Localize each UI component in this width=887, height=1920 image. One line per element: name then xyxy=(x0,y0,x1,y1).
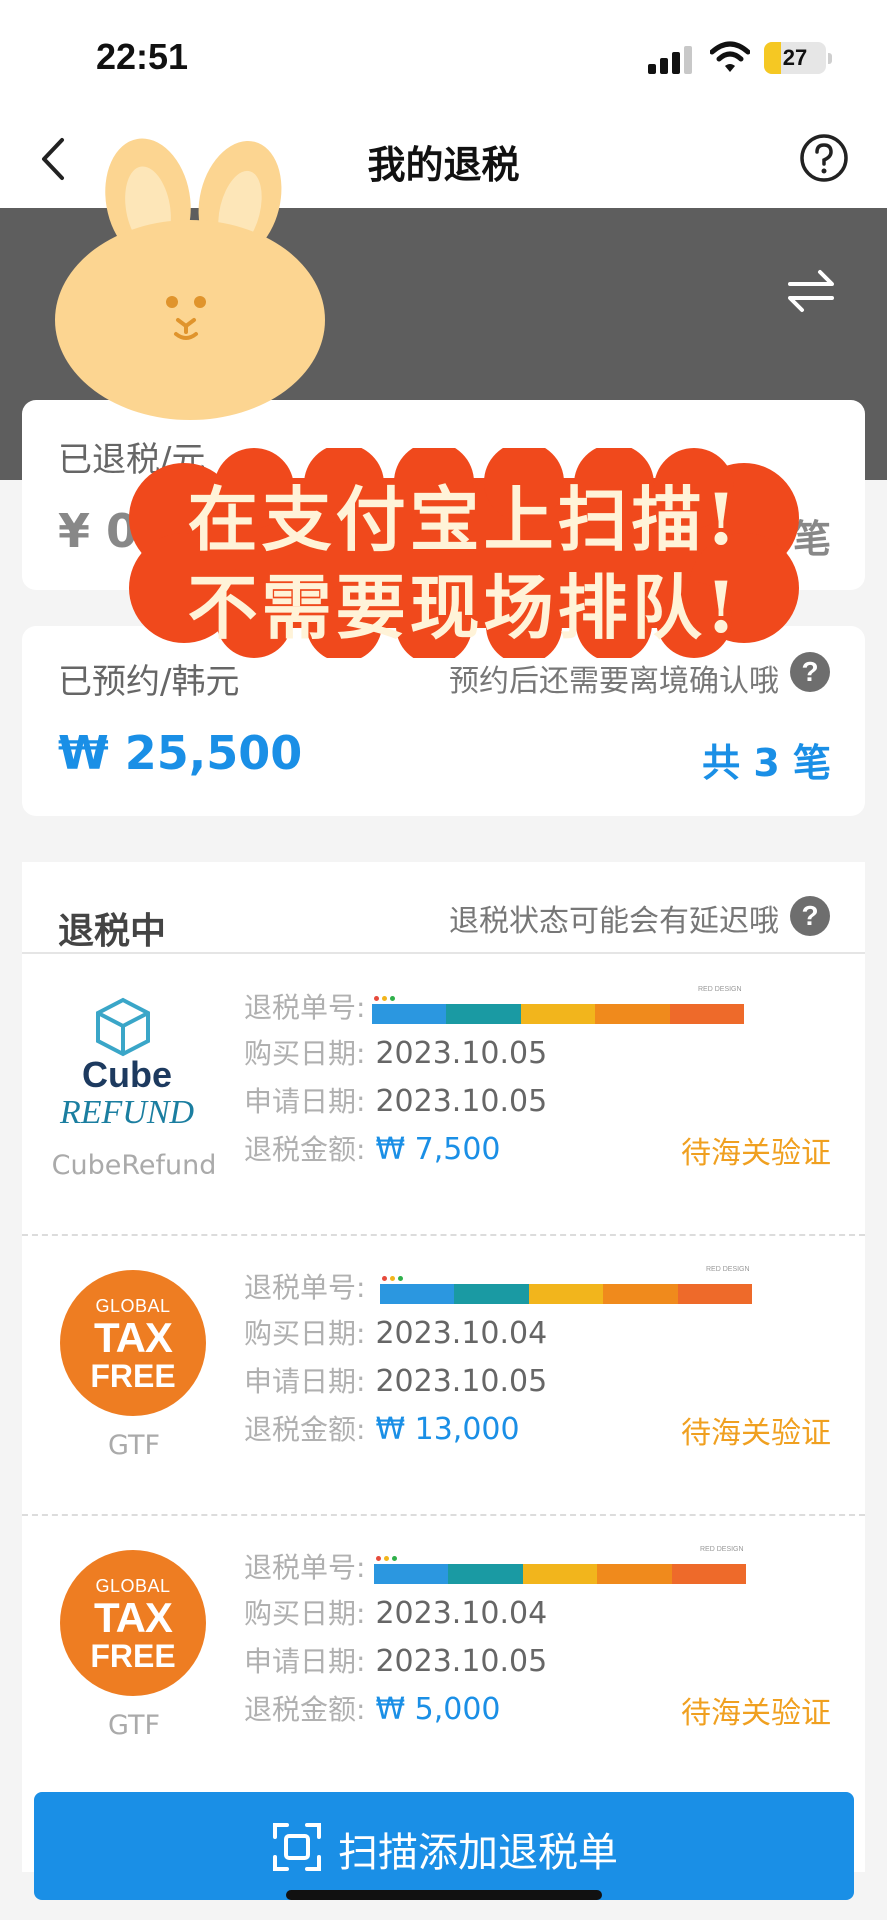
scan-add-button[interactable]: 扫描添加退税单 xyxy=(34,1792,854,1900)
apply-date-value: 2023.10.05 xyxy=(375,1364,548,1399)
redaction-tag: RED DESIGN xyxy=(700,1546,744,1553)
apply-date-row: 申请日期: 2023.10.05 xyxy=(244,1080,547,1120)
gtf-logo-line2: TAX xyxy=(94,1314,173,1361)
cube-wordmark: Cube xyxy=(82,1054,172,1095)
purchase-date-label: 购买日期: xyxy=(244,1317,366,1350)
gtf-logo-line3: FREE xyxy=(90,1358,176,1394)
order-no-row: 退税单号: xyxy=(244,1546,365,1586)
promo-sticker: 在支付宝上扫描! 不需要现场排队! xyxy=(124,448,804,658)
redacted-order-no xyxy=(372,1004,745,1024)
bunny-sticker xyxy=(55,138,325,420)
refund-amount-label: 退税金额: xyxy=(244,1693,366,1726)
gtf-logo-line3: FREE xyxy=(90,1638,176,1674)
sticker-line1: 在支付宝上扫描! xyxy=(187,478,741,561)
agency-name: GTF xyxy=(108,1710,160,1741)
apply-date-row: 申请日期: 2023.10.05 xyxy=(244,1640,547,1680)
sticker-line2: 不需要现场排队! xyxy=(187,566,741,649)
refund-amount-row: 退税金额: ₩ 5,000 xyxy=(244,1688,501,1728)
order-no-row: 退税单号: xyxy=(244,986,365,1026)
battery-tip xyxy=(828,53,832,64)
swap-icon[interactable] xyxy=(786,268,836,314)
purchase-date-value: 2023.10.04 xyxy=(375,1316,548,1351)
purchase-date-label: 购买日期: xyxy=(244,1037,366,1070)
section-title: 退税中 xyxy=(58,911,167,952)
apply-date-value: 2023.10.05 xyxy=(375,1084,548,1119)
cuberefund-logo: Cube REFUND xyxy=(52,986,202,1146)
redacted-order-no xyxy=(374,1564,747,1584)
order-no-row: 退税单号: xyxy=(244,1266,365,1306)
refund-wordmark: REFUND xyxy=(59,1094,195,1131)
battery-percent: 27 xyxy=(782,45,808,70)
redaction-tag: RED DESIGN xyxy=(706,1266,750,1273)
wifi-icon xyxy=(710,41,750,72)
apply-date-value: 2023.10.05 xyxy=(375,1644,548,1679)
purchase-date-row: 购买日期: 2023.10.05 xyxy=(244,1032,547,1072)
apply-date-label: 申请日期: xyxy=(244,1085,366,1118)
refund-amount-row: 退税金额: ₩ 13,000 xyxy=(244,1408,520,1448)
reserved-note: 预约后还需要离境确认哦 xyxy=(449,664,779,699)
cube-icon xyxy=(96,997,150,1057)
refund-item[interactable]: GLOBAL TAX FREE GTF 退税单号: RED DESIGN 购买日… xyxy=(22,1516,865,1796)
gtf-logo-line2: TAX xyxy=(94,1594,173,1641)
reserved-amount: ₩ 25,500 xyxy=(58,726,303,780)
status-time: 22:51 xyxy=(96,36,189,77)
order-no-label: 退税单号: xyxy=(244,991,366,1024)
redaction-dots xyxy=(382,1266,412,1281)
section-note: 退税状态可能会有延迟哦 xyxy=(449,904,779,939)
order-no-label: 退税单号: xyxy=(244,1551,366,1584)
refund-amount-label: 退税金额: xyxy=(244,1133,366,1166)
purchase-date-row: 购买日期: 2023.10.04 xyxy=(244,1312,547,1352)
reserved-count: 共 3 笔 xyxy=(702,741,831,785)
purchase-date-value: 2023.10.05 xyxy=(375,1036,548,1071)
scan-add-label: 扫描添加退税单 xyxy=(338,1830,618,1876)
section-header: 退税中 退税状态可能会有延迟哦 ? xyxy=(22,862,865,954)
status-badge: 待海关验证 xyxy=(681,1696,831,1731)
redaction-dots xyxy=(374,986,404,1001)
refund-amount-value: ₩ 13,000 xyxy=(375,1412,520,1447)
order-no-label: 退税单号: xyxy=(244,1271,366,1304)
redaction-dots xyxy=(376,1546,406,1561)
status-bar: 22:51 27 xyxy=(0,0,887,110)
gtf-logo: GLOBAL TAX FREE xyxy=(60,1550,210,1710)
redaction-tag: RED DESIGN xyxy=(698,986,742,993)
purchase-date-label: 购买日期: xyxy=(244,1597,366,1630)
gtf-logo-circle: GLOBAL TAX FREE xyxy=(60,1270,206,1416)
help-icon[interactable] xyxy=(798,132,850,184)
signal-icon xyxy=(648,44,694,74)
agency-name: GTF xyxy=(108,1430,160,1461)
refund-amount-row: 退税金额: ₩ 7,500 xyxy=(244,1128,501,1168)
gtf-logo: GLOBAL TAX FREE xyxy=(60,1270,210,1430)
refund-amount-value: ₩ 7,500 xyxy=(375,1132,501,1167)
reserved-label: 已预约/韩元 xyxy=(58,662,240,702)
refund-item[interactable]: GLOBAL TAX FREE GTF 退税单号: RED DESIGN 购买日… xyxy=(22,1236,865,1516)
purchase-date-row: 购买日期: 2023.10.04 xyxy=(244,1592,547,1632)
status-badge: 待海关验证 xyxy=(681,1136,831,1171)
agency-name: CubeRefund xyxy=(51,1150,217,1181)
status-badge: 待海关验证 xyxy=(681,1416,831,1451)
status-help-icon[interactable]: ? xyxy=(790,896,830,936)
in-progress-section: 退税中 退税状态可能会有延迟哦 ? Cube REFUND CubeRefund… xyxy=(22,862,865,1872)
refund-item[interactable]: Cube REFUND CubeRefund 退税单号: RED DESIGN … xyxy=(22,956,865,1236)
refund-amount-value: ₩ 5,000 xyxy=(375,1692,501,1727)
home-indicator xyxy=(286,1890,602,1900)
scan-icon xyxy=(273,1823,321,1871)
apply-date-label: 申请日期: xyxy=(244,1365,366,1398)
battery-icon: 27 xyxy=(764,42,826,74)
redacted-order-no xyxy=(380,1284,753,1304)
apply-date-label: 申请日期: xyxy=(244,1645,366,1678)
apply-date-row: 申请日期: 2023.10.05 xyxy=(244,1360,547,1400)
purchase-date-value: 2023.10.04 xyxy=(375,1596,548,1631)
reserved-help-icon[interactable]: ? xyxy=(790,652,830,692)
gtf-logo-circle: GLOBAL TAX FREE xyxy=(60,1550,206,1696)
refund-amount-label: 退税金额: xyxy=(244,1413,366,1446)
